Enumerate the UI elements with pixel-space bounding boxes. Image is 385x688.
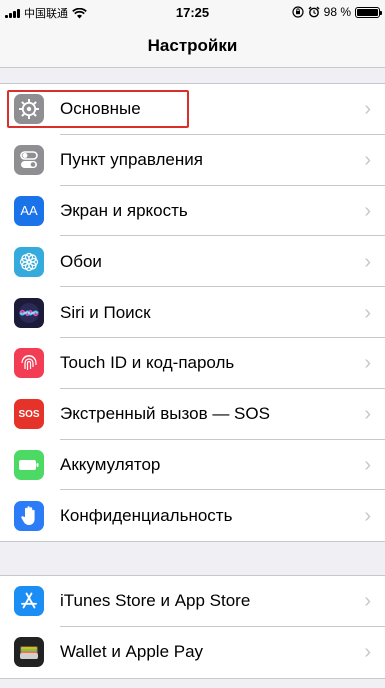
settings-row-label: Аккумулятор	[60, 454, 161, 474]
chevron-right-icon: ›	[364, 149, 371, 172]
chevron-right-icon: ›	[364, 301, 371, 324]
settings-row-label: Экран и яркость	[60, 200, 188, 220]
hand-icon	[14, 500, 44, 531]
settings-row-wallet[interactable]: Wallet и Apple Pay ›	[0, 627, 385, 678]
nav-bar: Настройки	[0, 24, 385, 68]
chevron-right-icon: ›	[364, 504, 371, 527]
chevron-right-icon: ›	[364, 250, 371, 273]
chevron-right-icon: ›	[364, 352, 371, 375]
switches-icon	[14, 145, 44, 176]
battery-percent: 98 %	[323, 5, 351, 19]
sos-icon: SOS	[14, 399, 44, 430]
settings-group-stores: iTunes Store и App Store › Wallet и Appl…	[0, 575, 385, 679]
settings-row-app-store[interactable]: iTunes Store и App Store ›	[0, 576, 385, 627]
settings-group-main: Основные › Пункт управления › AA Экран и…	[0, 83, 385, 543]
sos-glyph: SOS	[18, 408, 40, 420]
settings-row-wallpaper[interactable]: Обои ›	[0, 236, 385, 288]
status-right: 98 %	[292, 5, 382, 19]
settings-row-label: Конфиденциальность	[60, 505, 233, 525]
chevron-right-icon: ›	[364, 590, 371, 613]
settings-row-label: Touch ID и код-пароль	[60, 353, 235, 373]
text-size-glyph: AA	[20, 203, 38, 219]
settings-row-label: Пункт управления	[60, 150, 203, 170]
settings-row-siri[interactable]: Siri и Поиск ›	[0, 287, 385, 338]
flower-icon	[14, 246, 44, 277]
fingerprint-icon	[14, 348, 44, 379]
chevron-right-icon: ›	[364, 403, 371, 426]
text-size-icon: AA	[14, 195, 44, 226]
chevron-right-icon: ›	[364, 98, 371, 121]
settings-row-label: Wallet и Apple Pay	[60, 642, 204, 662]
settings-row-control-center[interactable]: Пункт управления ›	[0, 135, 385, 186]
settings-row-label: Экстренный вызов — SOS	[60, 404, 270, 424]
page-title: Настройки	[147, 36, 238, 55]
app-store-icon	[14, 586, 44, 617]
gear-icon	[14, 94, 44, 125]
chevron-right-icon: ›	[364, 453, 371, 476]
orientation-lock-icon	[292, 6, 304, 18]
battery-setting-icon	[14, 449, 44, 480]
settings-row-general[interactable]: Основные ›	[0, 84, 385, 135]
settings-row-label: iTunes Store и App Store	[60, 591, 251, 611]
status-bar: 中国联通 17:25 98 %	[0, 0, 385, 24]
settings-row-battery[interactable]: Аккумулятор ›	[0, 440, 385, 491]
wallet-icon	[14, 637, 44, 668]
settings-row-label: Основные	[60, 99, 141, 119]
chevron-right-icon: ›	[364, 199, 371, 222]
settings-row-label: Обои	[60, 251, 102, 271]
siri-icon	[14, 297, 44, 328]
settings-row-display[interactable]: AA Экран и яркость ›	[0, 186, 385, 237]
chevron-right-icon: ›	[364, 641, 371, 664]
settings-row-touch-id[interactable]: Touch ID и код-пароль ›	[0, 338, 385, 389]
battery-icon	[355, 6, 382, 18]
settings-row-sos[interactable]: SOS Экстренный вызов — SOS ›	[0, 389, 385, 440]
settings-row-label: Siri и Поиск	[60, 302, 151, 322]
settings-row-privacy[interactable]: Конфиденциальность ›	[0, 490, 385, 541]
alarm-icon	[308, 6, 320, 18]
